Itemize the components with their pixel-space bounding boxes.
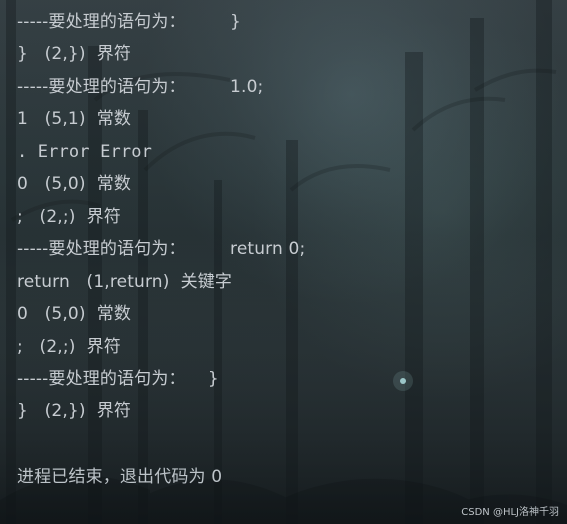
console-line: ; (2,;) 界符 [17,207,121,227]
console-line: -----要处理的语句为： } [17,369,219,389]
console-line: return (1,return) 关键字 [17,272,233,292]
console-line: -----要处理的语句为： return 0; [17,239,306,259]
console-line: . Error Error [17,142,153,162]
console-line: ; (2,;) 界符 [17,337,121,357]
console-line: 0 (5,0) 常数 [17,174,132,194]
process-exit-message: 进程已结束，退出代码为 0 [17,467,223,487]
console-line: } (2,}) 界符 [17,44,132,64]
console-output: -----要处理的语句为： } } (2,}) 界符 -----要处理的语句为：… [0,0,567,524]
watermark: CSDN @HLJ洛神千羽 [461,507,559,518]
console-line: -----要处理的语句为： 1.0; [17,77,264,97]
console-line: 1 (5,1) 常数 [17,109,132,129]
console-line: } (2,}) 界符 [17,401,132,421]
console-line: -----要处理的语句为： } [17,12,242,32]
console-line: 0 (5,0) 常数 [17,304,132,324]
